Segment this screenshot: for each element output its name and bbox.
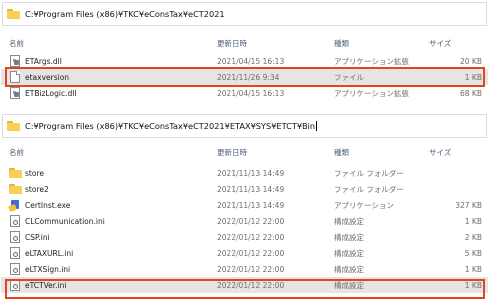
file-icon xyxy=(9,71,21,83)
file-size: 327 KB xyxy=(455,200,482,210)
dll-icon xyxy=(9,87,21,99)
file-size: 68 KB xyxy=(460,88,482,98)
file-date: 2022/01/12 22:00 xyxy=(217,248,285,258)
folder-icon xyxy=(7,121,20,131)
column-header-type[interactable]: 種類 xyxy=(334,38,349,49)
file-type: 構成設定 xyxy=(334,248,364,258)
list-item[interactable]: eLTXSign.ini 2022/01/12 22:00 構成設定 1 KB xyxy=(1,261,488,277)
ini-icon xyxy=(9,215,21,227)
file-name: ETBizLogic.dll xyxy=(25,88,77,98)
explorer-window-top: C:¥Program Files (x86)¥TKC¥eConsTax¥eCT2… xyxy=(1,1,488,108)
file-type: ファイル xyxy=(334,72,364,82)
file-date: 2021/04/15 16:13 xyxy=(217,88,285,98)
file-date: 2021/11/13 14:49 xyxy=(217,184,285,194)
file-name: CLCommunication.ini xyxy=(25,216,105,226)
file-name: eLTXSign.ini xyxy=(25,264,71,274)
column-header-date[interactable]: 更新日時 xyxy=(217,147,247,158)
file-size: 1 KB xyxy=(464,280,482,290)
list-item-selected[interactable]: etaxversion 2021/11/26 9:34 ファイル 1 KB xyxy=(1,69,488,85)
file-name: ETArgs.dll xyxy=(25,56,62,66)
ini-icon xyxy=(9,231,21,243)
list-item[interactable]: store 2021/11/13 14:49 ファイル フォルダー xyxy=(1,165,488,181)
file-name: CertInst.exe xyxy=(25,200,71,210)
column-header-row: 名前 更新日時 種類 サイズ xyxy=(1,144,488,160)
file-size: 5 KB xyxy=(464,248,482,258)
file-date: 2021/11/26 9:34 xyxy=(217,72,280,82)
file-size: 1 KB xyxy=(464,264,482,274)
address-path[interactable]: C:¥Program Files (x86)¥TKC¥eConsTax¥eCT2… xyxy=(25,9,225,19)
file-type: 構成設定 xyxy=(334,280,364,290)
list-item[interactable]: CSP.ini 2022/01/12 22:00 構成設定 2 KB xyxy=(1,229,488,245)
file-type: 構成設定 xyxy=(334,264,364,274)
column-header-type[interactable]: 種類 xyxy=(334,147,349,158)
list-item-selected[interactable]: eTCTVer.ini 2022/01/12 22:00 構成設定 1 KB xyxy=(1,277,488,293)
address-bar[interactable]: C:¥Program Files (x86)¥TKC¥eConsTax¥eCT2… xyxy=(2,2,487,26)
folder-icon xyxy=(7,9,20,19)
column-header-size[interactable]: サイズ xyxy=(429,147,451,158)
ini-icon xyxy=(9,279,21,291)
file-size: 20 KB xyxy=(460,56,482,66)
folder-icon xyxy=(9,183,22,195)
file-type: 構成設定 xyxy=(334,232,364,242)
column-header-name[interactable]: 名前 xyxy=(9,38,24,49)
file-name: store2 xyxy=(25,184,49,194)
file-name: store xyxy=(25,168,44,178)
file-type: アプリケーション xyxy=(334,200,394,210)
list-item[interactable]: ETArgs.dll 2021/04/15 16:13 アプリケーション拡張 2… xyxy=(1,53,488,69)
list-item[interactable]: CLCommunication.ini 2022/01/12 22:00 構成設… xyxy=(1,213,488,229)
exe-icon xyxy=(8,199,21,213)
file-type: ファイル フォルダー xyxy=(334,184,404,194)
address-bar[interactable]: C:¥Program Files (x86)¥TKC¥eConsTax¥eCT2… xyxy=(2,114,487,138)
file-type: アプリケーション拡張 xyxy=(334,88,409,98)
file-date: 2022/01/12 22:00 xyxy=(217,232,285,242)
column-header-name[interactable]: 名前 xyxy=(9,147,24,158)
file-date: 2021/04/15 16:13 xyxy=(217,56,285,66)
file-type: アプリケーション拡張 xyxy=(334,56,409,66)
address-path[interactable]: C:¥Program Files (x86)¥TKC¥eConsTax¥eCT2… xyxy=(25,121,318,131)
file-date: 2021/11/13 14:49 xyxy=(217,200,285,210)
file-size: 2 KB xyxy=(464,232,482,242)
file-list: store 2021/11/13 14:49 ファイル フォルダー store2… xyxy=(1,165,488,293)
dll-icon xyxy=(9,55,21,67)
file-date: 2022/01/12 22:00 xyxy=(217,216,285,226)
column-header-row: 名前 更新日時 種類 サイズ xyxy=(1,35,488,51)
file-name: eTCTVer.ini xyxy=(25,280,67,290)
file-date: 2022/01/12 22:00 xyxy=(217,280,285,290)
ini-icon xyxy=(9,247,21,259)
ini-icon xyxy=(9,263,21,275)
text-cursor xyxy=(316,121,318,131)
explorer-window-bottom: C:¥Program Files (x86)¥TKC¥eConsTax¥eCT2… xyxy=(1,113,488,301)
column-header-date[interactable]: 更新日時 xyxy=(217,38,247,49)
column-header-size[interactable]: サイズ xyxy=(429,38,451,49)
list-item[interactable]: CertInst.exe 2021/11/13 14:49 アプリケーション 3… xyxy=(1,197,488,213)
file-type: 構成設定 xyxy=(334,216,364,226)
file-date: 2021/11/13 14:49 xyxy=(217,168,285,178)
file-name: etaxversion xyxy=(25,72,70,82)
file-type: ファイル フォルダー xyxy=(334,168,404,178)
list-item[interactable]: eLTAXURL.ini 2022/01/12 22:00 構成設定 5 KB xyxy=(1,245,488,261)
file-name: eLTAXURL.ini xyxy=(25,248,74,258)
file-date: 2022/01/12 22:00 xyxy=(217,264,285,274)
file-size: 1 KB xyxy=(464,216,482,226)
file-name: CSP.ini xyxy=(25,232,50,242)
file-size: 1 KB xyxy=(464,72,482,82)
folder-icon xyxy=(9,167,22,179)
list-item[interactable]: store2 2021/11/13 14:49 ファイル フォルダー xyxy=(1,181,488,197)
file-list: ETArgs.dll 2021/04/15 16:13 アプリケーション拡張 2… xyxy=(1,53,488,101)
list-item[interactable]: ETBizLogic.dll 2021/04/15 16:13 アプリケーション… xyxy=(1,85,488,101)
